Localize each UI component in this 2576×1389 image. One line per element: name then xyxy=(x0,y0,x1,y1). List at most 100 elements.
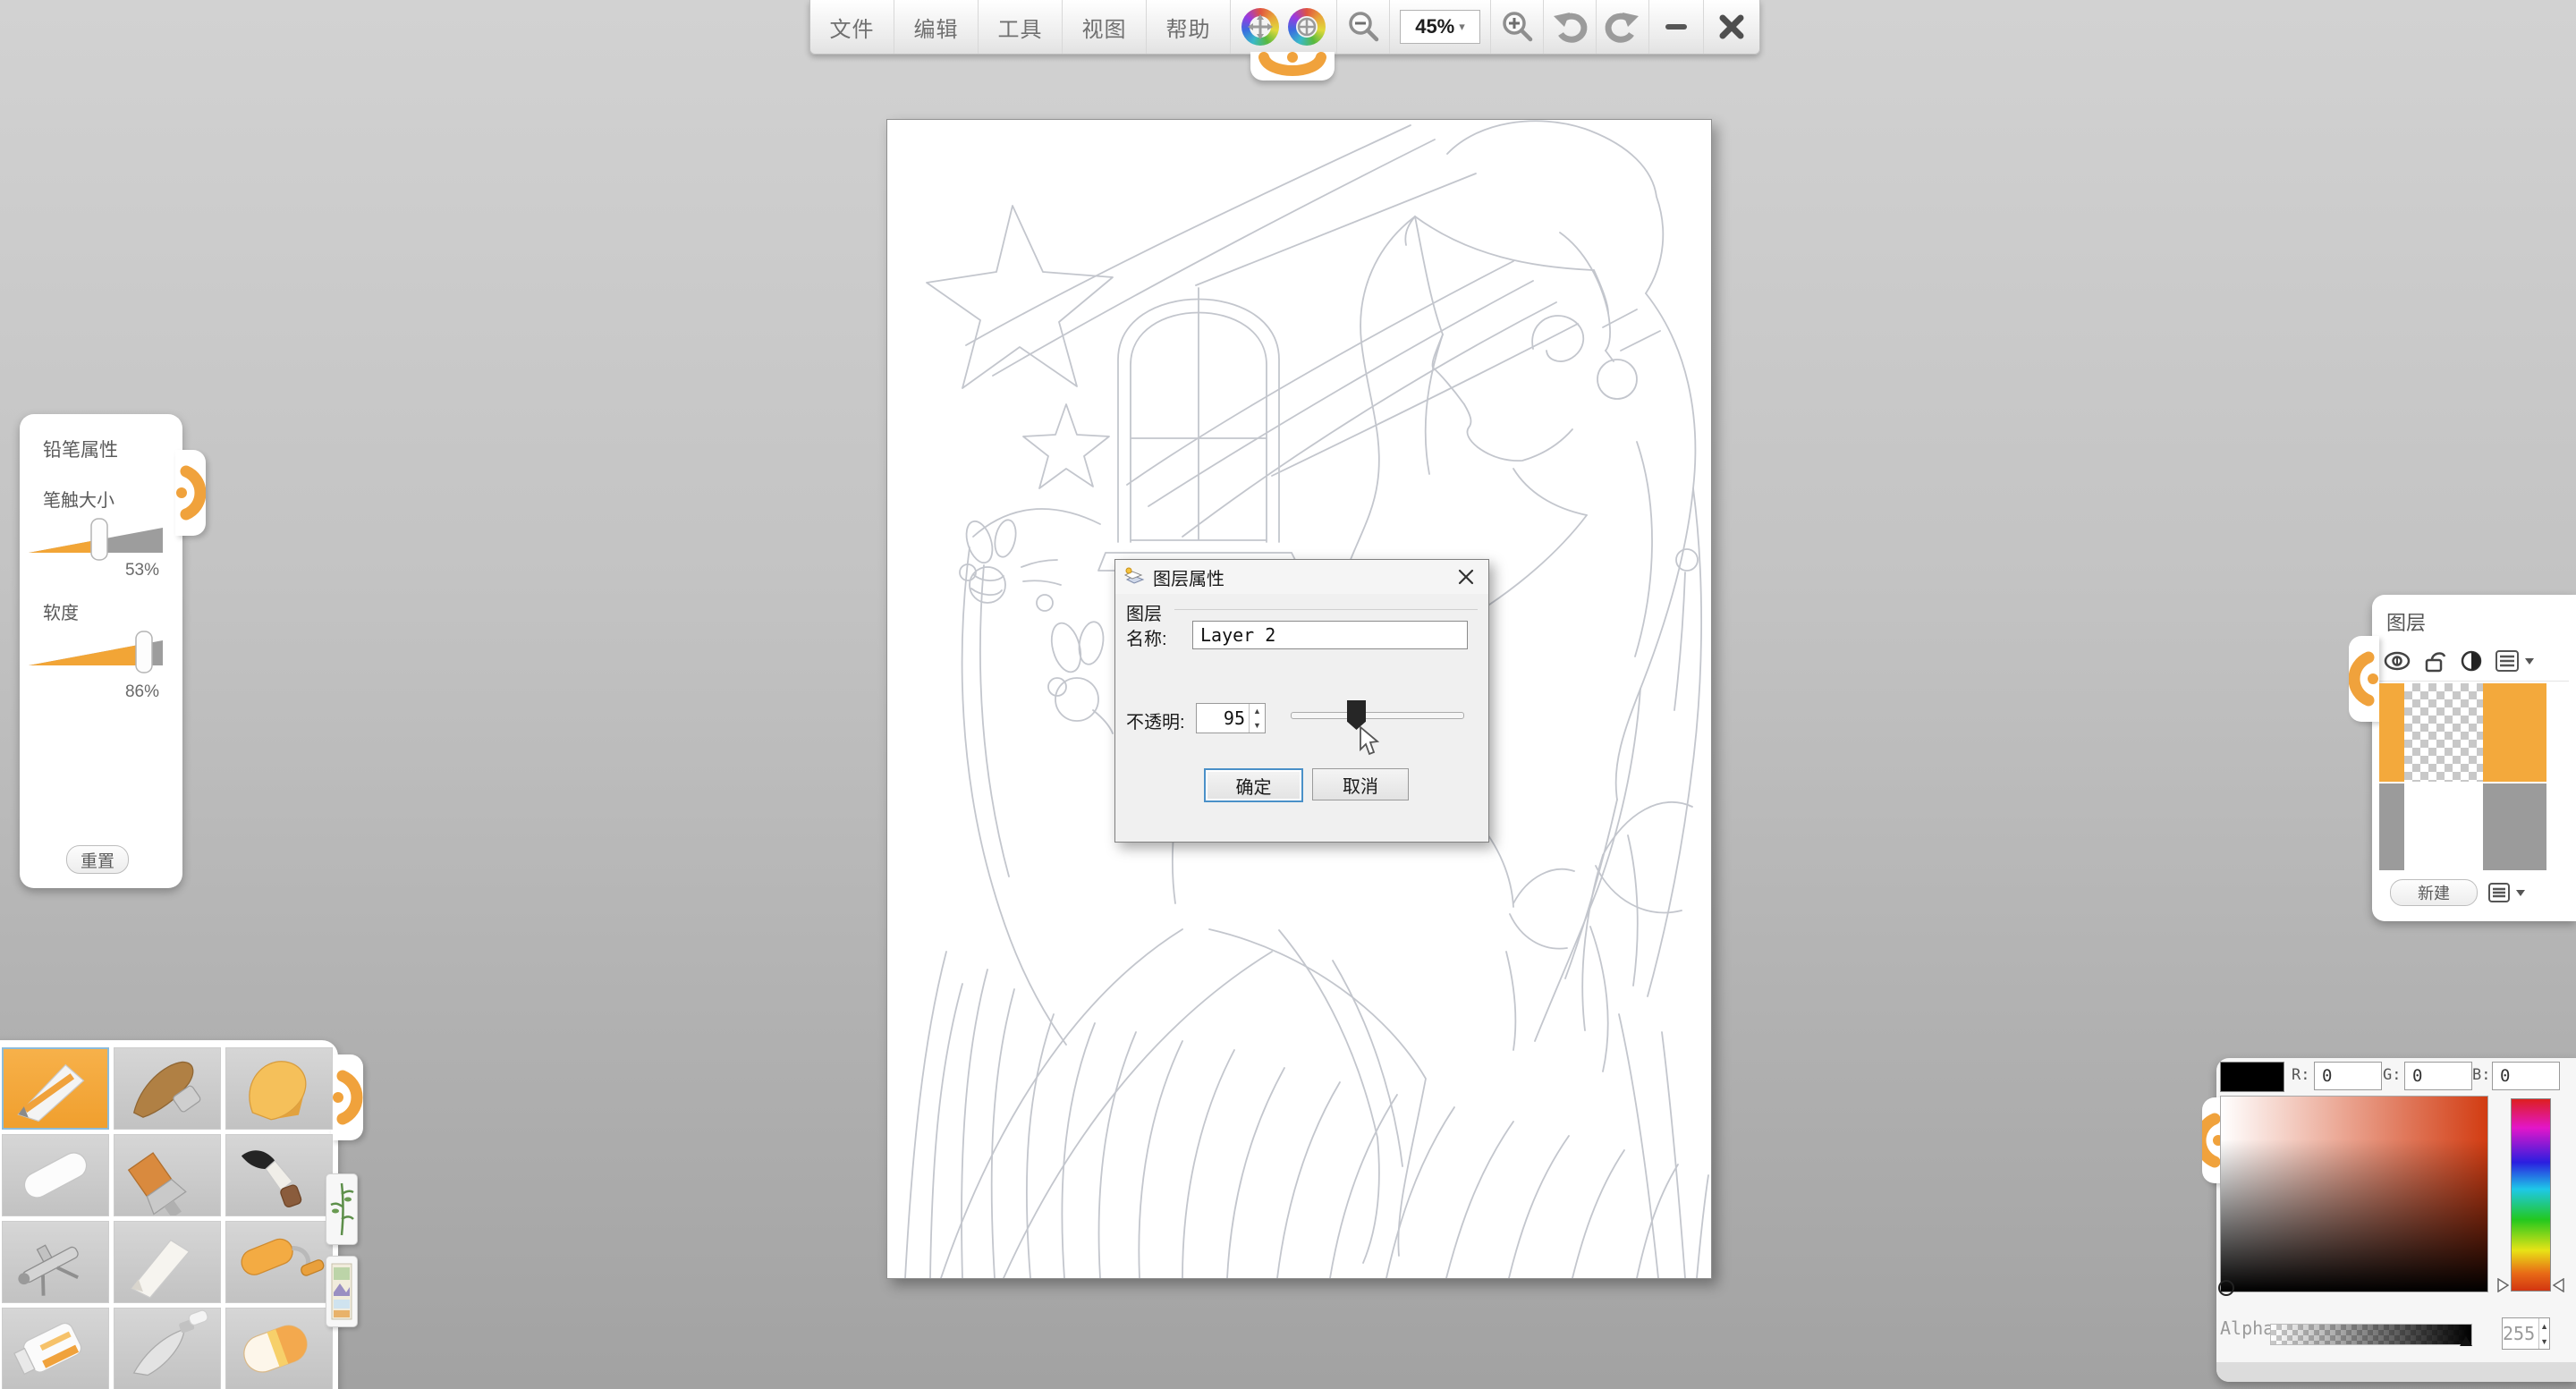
pan-color-wheel-icon[interactable] xyxy=(1241,8,1279,46)
menu-tools[interactable]: 工具 xyxy=(979,0,1063,54)
zoom-level-combo[interactable]: 45% ▾ xyxy=(1390,0,1491,54)
palette-collapse-handle[interactable] xyxy=(331,1054,363,1140)
toolbar-collapse-handle[interactable] xyxy=(1250,52,1335,80)
tool-crayon[interactable] xyxy=(225,1047,333,1130)
close-icon xyxy=(1716,11,1748,43)
pencil-properties-panel: 铅笔属性 笔触大小 53% 软度 86% 重置 xyxy=(20,414,182,888)
layer-2-thumbnail xyxy=(2404,783,2483,870)
minimize-icon xyxy=(1665,24,1687,30)
brush-size-value: 53% xyxy=(125,561,159,580)
layers-panel: 图层 xyxy=(2372,595,2576,921)
scatter-brush-tab[interactable] xyxy=(326,1173,358,1245)
tool-palette xyxy=(0,1040,338,1389)
reset-button[interactable]: 重置 xyxy=(66,845,129,874)
tool-eraser-capsule[interactable] xyxy=(225,1308,333,1389)
pencil-panel-title: 铅笔属性 xyxy=(43,436,182,462)
tool-pencil[interactable] xyxy=(2,1047,109,1130)
zoom-level-value: 45% xyxy=(1415,15,1454,38)
alpha-label: Alpha xyxy=(2220,1317,2274,1339)
b-input[interactable]: 0 xyxy=(2492,1062,2560,1090)
alpha-spinner[interactable]: 255 ▲▼ xyxy=(2502,1317,2550,1350)
opacity-spinner[interactable]: 95 ▲▼ xyxy=(1196,703,1266,733)
zoom-in-button[interactable] xyxy=(1491,0,1544,54)
main-toolbar: 文件 编辑 工具 视图 帮助 45% ▾ xyxy=(809,0,1760,55)
softness-slider[interactable] xyxy=(25,628,182,681)
name-label: 名称: xyxy=(1126,624,1167,650)
cancel-button[interactable]: 取消 xyxy=(1312,768,1409,800)
tool-eraser-stick[interactable] xyxy=(2,1134,109,1216)
unlock-icon[interactable] xyxy=(2423,648,2448,673)
b-label: B: xyxy=(2472,1066,2490,1084)
ok-button[interactable]: 确定 xyxy=(1204,768,1303,802)
layer-controls xyxy=(2383,648,2576,673)
layer-row-2[interactable] xyxy=(2379,783,2546,870)
opacity-value: 95 xyxy=(1197,704,1249,733)
undo-button[interactable] xyxy=(1544,0,1597,54)
layer-group-label: 图层 xyxy=(1126,599,1162,625)
tool-flat-brush[interactable] xyxy=(114,1134,221,1216)
hue-slider[interactable] xyxy=(2511,1098,2551,1292)
layer-1-selection-right xyxy=(2483,683,2546,782)
image-brush-tab[interactable] xyxy=(326,1256,358,1327)
dialog-titlebar[interactable]: 图层属性 xyxy=(1115,560,1488,594)
r-input[interactable]: 0 xyxy=(2314,1062,2382,1090)
softness-value: 86% xyxy=(125,682,159,702)
visibility-eye-icon[interactable] xyxy=(2383,649,2411,673)
tool-ink-brush[interactable] xyxy=(225,1134,333,1216)
spinner-up-icon: ▲ xyxy=(2539,1318,2549,1334)
color-panel: R: 0 G: 0 B: 0 Alpha 255 ▲▼ xyxy=(2216,1058,2576,1382)
divider xyxy=(1174,609,1478,610)
layer-blend-menu[interactable] xyxy=(2495,649,2535,673)
layer-1-selection-left xyxy=(2379,683,2404,782)
layer-properties-dialog: 图层属性 图层 名称: Layer 2 不透明: 95 ▲▼ 确定 取消 xyxy=(1114,559,1489,843)
close-button[interactable] xyxy=(1704,0,1759,54)
contrast-icon[interactable] xyxy=(2460,649,2483,673)
layers-panel-collapse-handle[interactable] xyxy=(2349,636,2379,722)
layer-2-selection-left xyxy=(2379,783,2404,870)
g-input[interactable]: 0 xyxy=(2404,1062,2472,1090)
redo-button[interactable] xyxy=(1597,0,1649,54)
layer-1-thumbnail xyxy=(2404,683,2483,782)
current-color-swatch xyxy=(2220,1062,2284,1092)
navigator-color-wheel-icon[interactable] xyxy=(1288,8,1326,46)
spinner-down-icon: ▼ xyxy=(1250,718,1265,733)
menu-view[interactable]: 视图 xyxy=(1063,0,1147,54)
saturation-value-picker[interactable] xyxy=(2220,1096,2488,1292)
layer-name-input[interactable]: Layer 2 xyxy=(1192,621,1468,649)
menu-edit[interactable]: 编辑 xyxy=(894,0,979,54)
tool-paint-tube[interactable] xyxy=(2,1308,109,1389)
tool-paper-blender[interactable] xyxy=(114,1221,221,1303)
minimize-button[interactable] xyxy=(1649,0,1704,54)
tool-charcoal-pencil[interactable] xyxy=(114,1047,221,1130)
app-window: 文件 编辑 工具 视图 帮助 45% ▾ xyxy=(0,0,2576,1389)
close-icon xyxy=(1457,568,1475,586)
alpha-slider[interactable] xyxy=(2270,1324,2472,1345)
g-label: G: xyxy=(2383,1066,2401,1084)
dialog-title: 图层属性 xyxy=(1153,564,1224,590)
tool-airbrush[interactable] xyxy=(2,1221,109,1303)
tool-paint-roller[interactable] xyxy=(225,1221,333,1303)
color-panel-footer xyxy=(2216,1362,2576,1382)
divider xyxy=(2379,681,2569,682)
menu-help[interactable]: 帮助 xyxy=(1147,0,1231,54)
alpha-slider-marker xyxy=(2459,1336,2473,1347)
tool-palette-knife[interactable] xyxy=(114,1308,221,1389)
hue-marker-left[interactable] xyxy=(2497,1278,2509,1292)
layer-list-icon xyxy=(2488,883,2510,902)
chevron-down-icon: ▾ xyxy=(1459,20,1465,34)
layer-row-1[interactable] xyxy=(2379,683,2546,782)
opacity-slider-track[interactable] xyxy=(1291,712,1464,719)
color-wheel-group xyxy=(1231,0,1337,54)
dialog-close-button[interactable] xyxy=(1451,563,1481,590)
layers-stack-icon xyxy=(1123,566,1146,588)
alpha-value: 255 xyxy=(2503,1318,2538,1349)
zoom-out-button[interactable] xyxy=(1337,0,1390,54)
layer-menu-button[interactable] xyxy=(2488,883,2526,902)
new-layer-button[interactable]: 新建 xyxy=(2390,879,2478,906)
tool-grid xyxy=(0,1040,338,1389)
chevron-down-icon xyxy=(2515,888,2526,897)
menu-file[interactable]: 文件 xyxy=(810,0,894,54)
spinner-up-icon: ▲ xyxy=(1250,704,1265,718)
hue-marker-right[interactable] xyxy=(2553,1278,2564,1292)
layer-list-icon xyxy=(2495,649,2520,673)
